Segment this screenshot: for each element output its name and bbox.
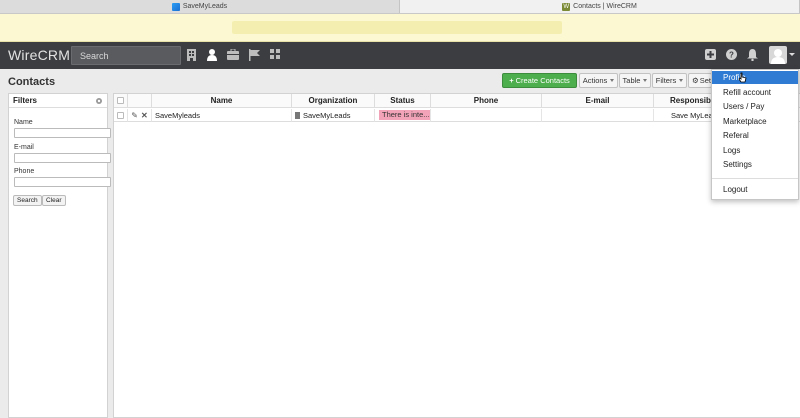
organization-building-icon: [295, 111, 300, 119]
search-button[interactable]: Search: [13, 195, 42, 206]
clear-button[interactable]: Clear: [42, 195, 66, 206]
delete-x-icon[interactable]: ✕: [141, 111, 148, 120]
menu-item-marketplace[interactable]: Marketplace: [712, 115, 798, 128]
edit-pencil-icon[interactable]: ✎: [131, 111, 138, 120]
app-logo[interactable]: WireCRM: [8, 47, 70, 63]
page-title: Contacts: [8, 76, 56, 88]
status-badge: There is inte...: [379, 110, 430, 120]
user-menu-chevron-down-icon[interactable]: [789, 53, 795, 56]
mouse-pointer-icon: [738, 72, 748, 84]
chevron-down-icon: [610, 79, 615, 82]
column-header-status[interactable]: Status: [375, 94, 431, 108]
name-filter-label: Name: [14, 119, 33, 126]
svg-text:?: ?: [729, 51, 734, 60]
wirecrm-favicon-icon: W: [562, 2, 571, 11]
browser-tab-savemyleads[interactable]: SaveMyLeads: [0, 0, 400, 13]
create-contacts-button[interactable]: + Create Contacts: [502, 73, 577, 88]
row-checkbox-cell: [114, 109, 128, 122]
column-header-email[interactable]: E-mail: [542, 94, 654, 108]
browser-tab-label: SaveMyLeads: [182, 3, 228, 10]
menu-item-settings[interactable]: Settings: [712, 158, 798, 171]
help-icon[interactable]: ?: [726, 49, 738, 61]
notice-message-blurred: [232, 21, 562, 34]
phone-filter-input[interactable]: [14, 177, 111, 187]
chevron-down-icon: [643, 79, 648, 82]
deals-icon[interactable]: [227, 49, 239, 61]
filters-button[interactable]: Filters: [652, 73, 687, 88]
gear-icon: ⚙: [692, 76, 699, 85]
menu-item-logs[interactable]: Logs: [712, 144, 798, 157]
select-all-header: [114, 94, 128, 108]
plus-icon: +: [509, 76, 514, 85]
menu-divider: [712, 178, 798, 179]
add-icon[interactable]: [705, 49, 717, 61]
table-row-phone: [431, 109, 542, 122]
select-all-checkbox[interactable]: [117, 97, 124, 104]
browser-tab-label: Contacts | WireCRM: [573, 3, 637, 10]
phone-filter-label: Phone: [14, 168, 35, 175]
notice-bar: [0, 14, 800, 42]
browser-tab-wirecrm[interactable]: W Contacts | WireCRM: [400, 0, 800, 13]
email-filter-input[interactable]: [14, 153, 111, 163]
name-filter-input[interactable]: [14, 128, 111, 138]
table-button[interactable]: Table: [619, 73, 651, 88]
row-actions-cell: ✎ ✕: [128, 109, 152, 122]
savemyleads-favicon-icon: [171, 2, 180, 11]
column-header-organization[interactable]: Organization: [292, 94, 375, 108]
gear-icon[interactable]: [95, 97, 103, 105]
user-avatar[interactable]: [769, 46, 787, 64]
table-row-name[interactable]: SaveMyleads: [152, 109, 292, 122]
menu-item-refill-account[interactable]: Refill account: [712, 86, 798, 99]
contacts-icon[interactable]: [207, 49, 218, 61]
actions-button[interactable]: Actions: [579, 73, 618, 88]
settings-button[interactable]: ⚙ Set: [688, 73, 712, 88]
table-row-organization[interactable]: SaveMyLeads: [292, 109, 375, 122]
browser-tab-strip: SaveMyLeads W Contacts | WireCRM: [0, 0, 800, 14]
contacts-table: Name Organization Status Phone E-mail Re…: [113, 93, 800, 418]
row-actions-header: [128, 94, 152, 108]
organizations-icon[interactable]: [187, 49, 198, 61]
filters-title: Filters: [13, 96, 38, 105]
app-top-bar: WireCRM ?: [0, 42, 800, 69]
menu-item-logout[interactable]: Logout: [712, 183, 798, 196]
email-filter-label: E-mail: [14, 144, 34, 151]
apps-icon[interactable]: [270, 49, 281, 61]
chevron-down-icon: [679, 79, 684, 82]
menu-item-profile[interactable]: Profile: [712, 71, 798, 84]
notifications-bell-icon[interactable]: [747, 49, 759, 62]
table-row-status[interactable]: There is inte...: [375, 109, 431, 122]
table-row-email: [542, 109, 654, 122]
search-input[interactable]: [71, 46, 181, 65]
column-header-phone[interactable]: Phone: [431, 94, 542, 108]
menu-item-referal[interactable]: Referal: [712, 129, 798, 142]
row-checkbox[interactable]: [117, 111, 124, 119]
column-header-name[interactable]: Name: [152, 94, 292, 108]
filters-panel: Filters Name E-mail Phone Search Clear: [8, 93, 111, 418]
menu-item-users-pay[interactable]: Users / Pay: [712, 100, 798, 113]
flag-icon[interactable]: [249, 49, 260, 61]
user-dropdown-menu: Profile Refill account Users / Pay Marke…: [711, 69, 799, 200]
